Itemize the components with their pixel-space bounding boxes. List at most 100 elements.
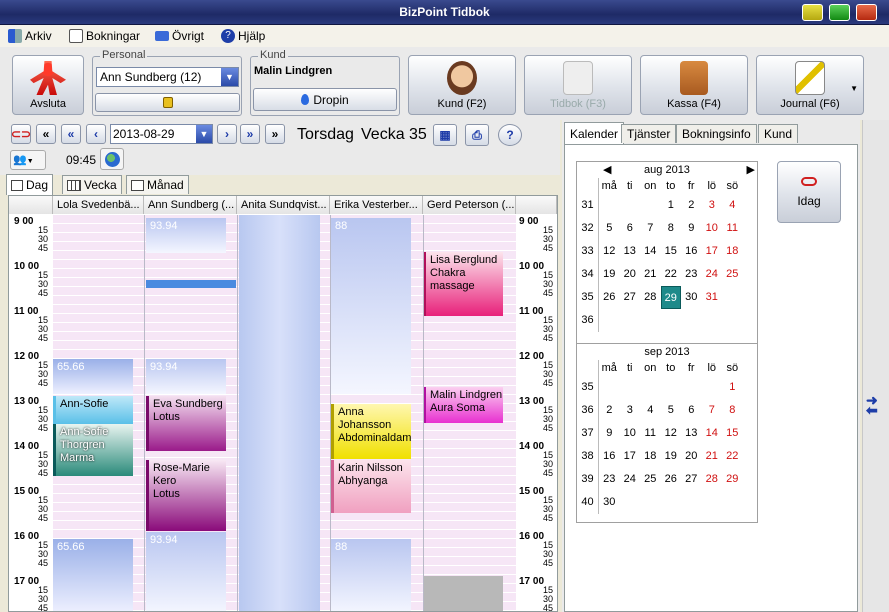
calendar-day[interactable]: 30 — [599, 491, 620, 514]
calendar-day[interactable]: 27 — [620, 286, 641, 309]
personal-select[interactable]: Ann Sundberg (12) ▼ — [96, 67, 239, 87]
calendar-day[interactable]: 25 — [722, 263, 743, 286]
calendar-day[interactable]: 10 — [620, 422, 641, 445]
calendar-day[interactable]: 13 — [620, 240, 641, 263]
quit-button[interactable]: Avsluta — [12, 55, 84, 115]
prev-month-arrow[interactable]: ◀ — [603, 162, 611, 178]
booking[interactable]: Malin Lindgren Aura Soma — [423, 387, 503, 423]
calendar-day[interactable]: 15 — [722, 422, 743, 445]
calendar-day[interactable]: 17 — [702, 240, 723, 263]
prev-month-button[interactable]: « — [36, 124, 56, 144]
calendar-day[interactable]: 4 — [722, 194, 743, 217]
calendar-day[interactable]: 30 — [681, 286, 702, 309]
calendar-day[interactable]: 13 — [681, 422, 702, 445]
tab-kalender[interactable]: Kalender — [564, 122, 625, 144]
menu-ovrigt[interactable]: Övrigt — [155, 28, 204, 44]
calendar-day[interactable]: 26 — [661, 468, 682, 491]
calendar-day[interactable]: 19 — [661, 445, 682, 468]
week-number[interactable]: 33 — [577, 240, 599, 263]
calendar-day[interactable]: 7 — [702, 399, 723, 422]
staff-filter-button[interactable]: 👥▼ — [10, 150, 46, 170]
date-picker[interactable]: 2013-08-29 ▼ — [110, 124, 213, 144]
calendar-day[interactable]: 23 — [599, 468, 620, 491]
calendar-day[interactable]: 3 — [620, 399, 641, 422]
calendar-day[interactable]: 1 — [661, 194, 682, 217]
staff-column-header[interactable]: Gerd Peterson (... — [423, 196, 516, 214]
week-number[interactable]: 31 — [577, 194, 599, 217]
calendar-day[interactable]: 6 — [681, 399, 702, 422]
calendar-day[interactable]: 14 — [640, 240, 661, 263]
calendar-day[interactable]: 20 — [681, 445, 702, 468]
kassa-button[interactable]: Kassa (F4) — [640, 55, 748, 115]
calendar-day[interactable]: 31 — [702, 286, 723, 309]
calendar-day[interactable]: 28 — [702, 468, 723, 491]
calendar-day[interactable]: 5 — [599, 217, 620, 240]
staff-column-header[interactable]: Lola Svedenbä... — [53, 196, 144, 214]
calendar-day[interactable]: 12 — [599, 240, 620, 263]
free-slot[interactable]: 65.66 — [53, 359, 133, 394]
lock-button[interactable] — [95, 93, 240, 112]
calendar-day[interactable]: 2 — [681, 194, 702, 217]
calendar-day[interactable]: 24 — [702, 263, 723, 286]
chevron-down-icon[interactable]: ▼ — [221, 68, 238, 86]
journal-button[interactable]: Journal (F6) ▼ — [756, 55, 864, 115]
close-button[interactable] — [856, 4, 877, 21]
calendar-day[interactable]: 22 — [722, 445, 743, 468]
calendar-day[interactable]: 25 — [640, 468, 661, 491]
kund-button[interactable]: Kund (F2) — [408, 55, 516, 115]
booking[interactable]: Lisa Berglund Chakra massage — [423, 252, 503, 316]
week-number[interactable]: 32 — [577, 217, 599, 240]
maximize-button[interactable] — [829, 4, 850, 21]
calendar-day[interactable]: 21 — [702, 445, 723, 468]
chevron-down-icon[interactable]: ▼ — [850, 84, 858, 93]
booking[interactable]: Eva Sundberg Lotus — [146, 396, 226, 451]
calendar-day[interactable]: 3 — [702, 194, 723, 217]
calendar-day[interactable]: 29 — [660, 286, 681, 309]
tab-dag[interactable]: Dag — [6, 174, 54, 195]
calendar-day[interactable]: 17 — [620, 445, 641, 468]
calendar-day[interactable]: 20 — [620, 263, 641, 286]
week-number[interactable]: 38 — [577, 445, 599, 468]
calendar-day[interactable]: 14 — [702, 422, 723, 445]
calendar-day[interactable]: 9 — [599, 422, 620, 445]
calendar-day[interactable]: 16 — [681, 240, 702, 263]
tab-vecka[interactable]: Vecka — [62, 175, 122, 194]
calendar-day[interactable]: 10 — [702, 217, 723, 240]
calendar-day[interactable]: 16 — [599, 445, 620, 468]
today-button[interactable]: Idag — [777, 161, 841, 223]
calendar-day[interactable]: 5 — [661, 399, 682, 422]
calendar-day[interactable]: 26 — [599, 286, 620, 309]
calendar-day[interactable]: 18 — [722, 240, 743, 263]
free-slot[interactable]: 93.94 — [146, 218, 226, 253]
week-number[interactable]: 36 — [577, 399, 599, 422]
calendar-day[interactable]: 28 — [640, 286, 661, 309]
week-number[interactable]: 36 — [577, 309, 599, 332]
calendar-day[interactable]: 24 — [620, 468, 641, 491]
calendar-day[interactable]: 22 — [661, 263, 682, 286]
link-icon[interactable]: ⊂⊃ — [11, 124, 31, 144]
week-number[interactable]: 39 — [577, 468, 599, 491]
chevron-down-icon[interactable]: ▼ — [196, 125, 212, 143]
week-number[interactable]: 37 — [577, 422, 599, 445]
calendar-day[interactable]: 1 — [722, 376, 743, 399]
tab-manad[interactable]: Månad — [126, 175, 189, 194]
calendar-day[interactable]: 4 — [640, 399, 661, 422]
calendar-day[interactable]: 11 — [722, 217, 743, 240]
booking[interactable]: Anna Johansson Abdominaldam — [331, 404, 411, 459]
calendar-day[interactable]: 15 — [661, 240, 682, 263]
dropin-button[interactable]: Dropin — [253, 88, 397, 111]
free-slot[interactable]: 88 — [331, 218, 411, 394]
selected-slot[interactable] — [146, 280, 236, 288]
free-slot[interactable]: 88 — [331, 539, 411, 611]
week-number[interactable]: 35 — [577, 286, 599, 309]
calendar-day[interactable]: 2 — [599, 399, 620, 422]
menu-arkiv[interactable]: Arkiv — [8, 28, 52, 44]
tab-tjanster[interactable]: Tjänster — [621, 124, 677, 143]
prev-day-button[interactable]: ‹ — [86, 124, 106, 144]
calendar-day[interactable]: 11 — [640, 422, 661, 445]
panel-toggle-strip[interactable]: ➜ ⬅ — [862, 120, 889, 612]
calendar-day[interactable]: 21 — [640, 263, 661, 286]
menu-hjalp[interactable]: ? Hjälp — [221, 28, 265, 44]
next-week-button[interactable]: » — [240, 124, 260, 144]
staff-column-header[interactable]: Ann Sundberg (... — [144, 196, 237, 214]
